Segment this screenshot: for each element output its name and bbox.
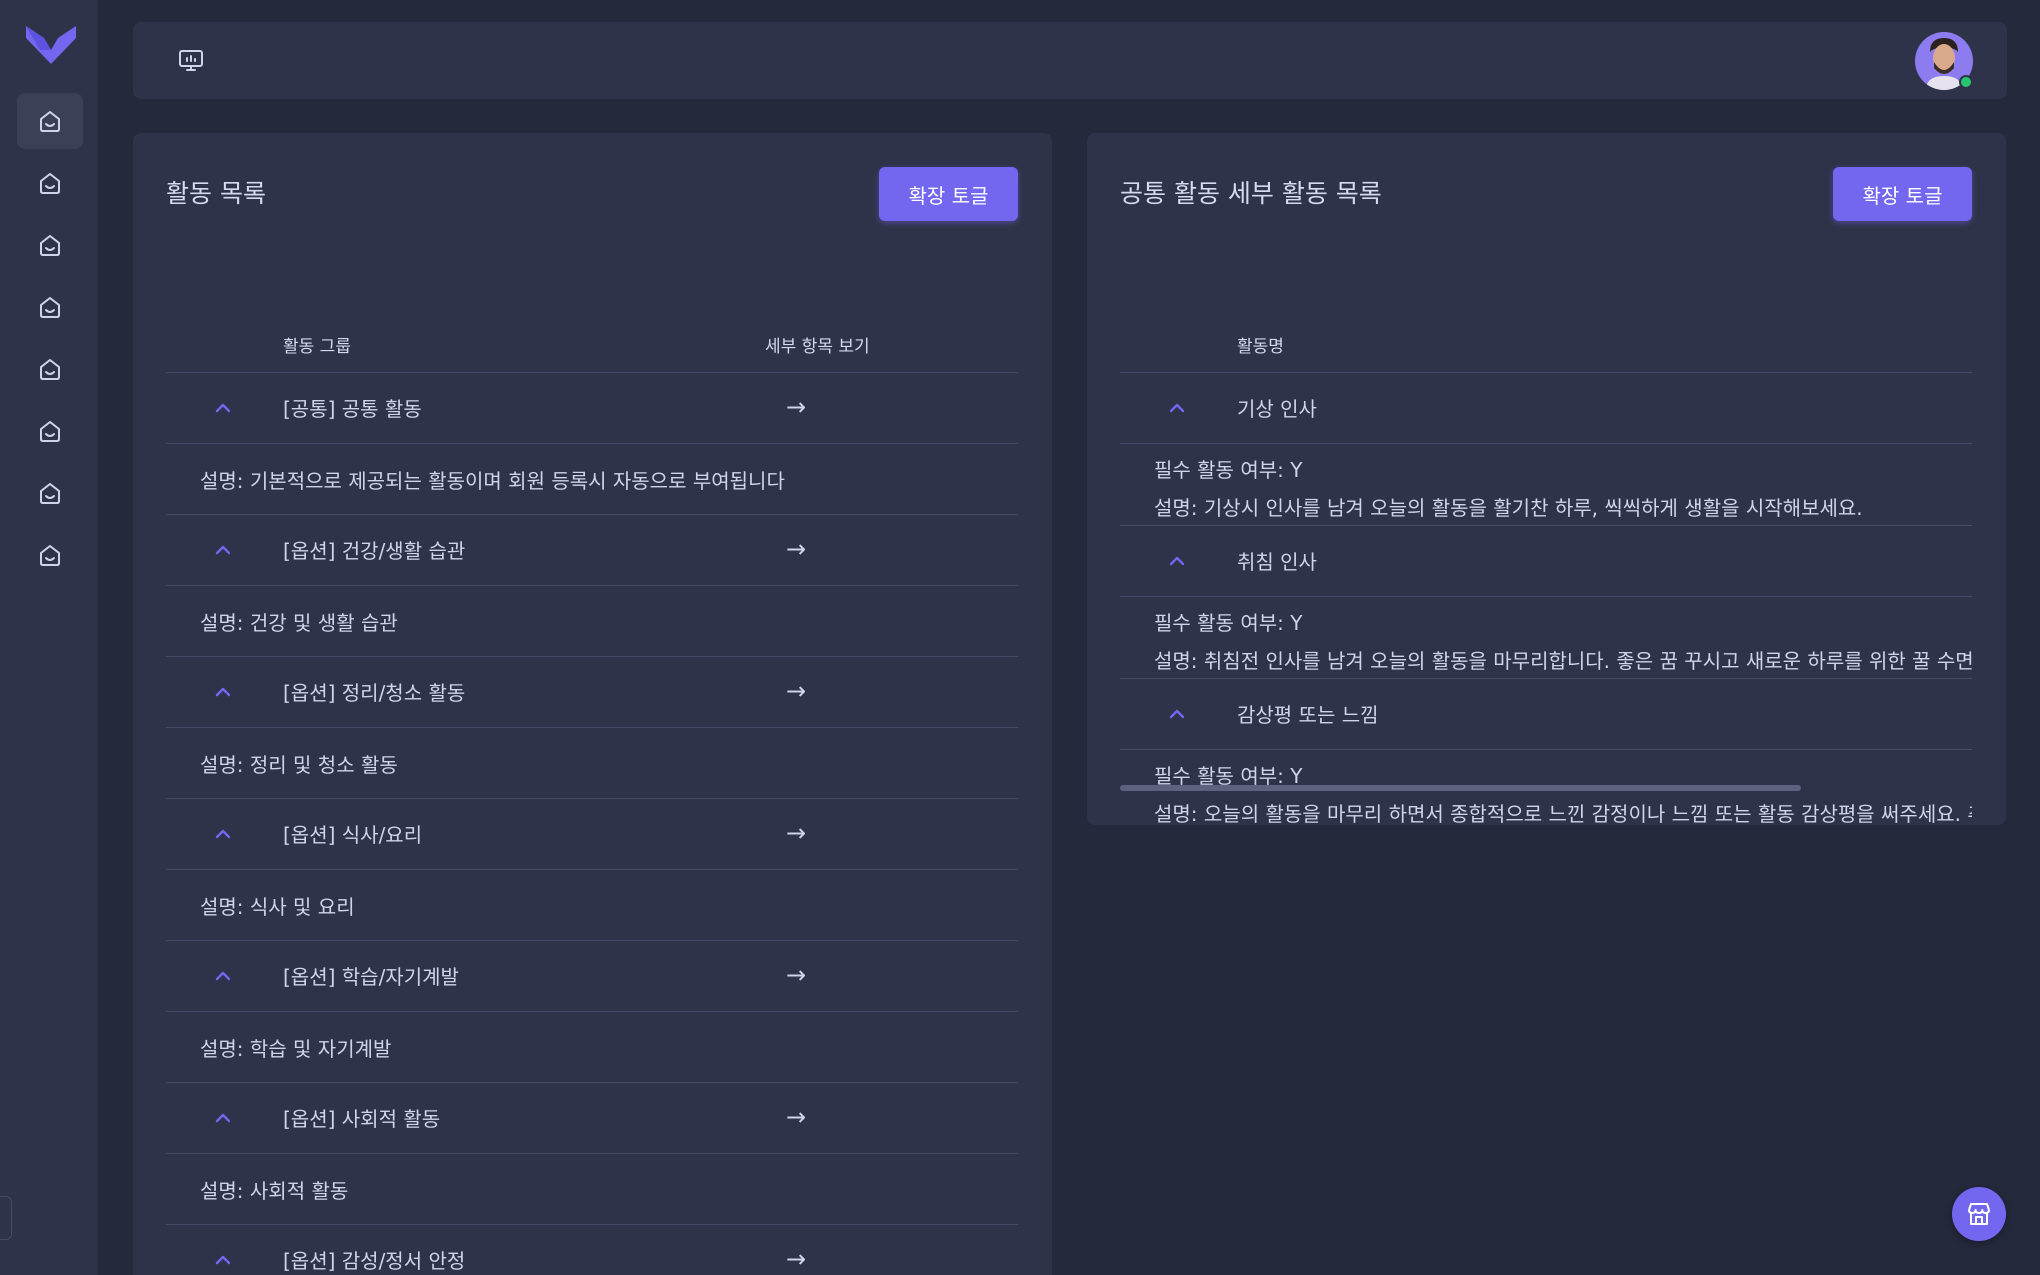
row-description: 설명: 건강 및 생활 습관 (166, 586, 1018, 657)
table-row[interactable]: 취침 인사 (1120, 526, 1972, 597)
activity-list-title: 활동 목록 (166, 179, 266, 208)
required-flag-text: 필수 활동 여부: Y (1154, 611, 1303, 635)
column-header-view-details: 세부 항목 보기 (765, 337, 870, 357)
chevron-up-icon[interactable] (211, 396, 235, 420)
row-description: 필수 활동 여부: Y 설명: 기상시 인사를 남겨 오늘의 활동을 활기찬 하루… (1120, 444, 1972, 526)
activity-group-name: [옵션] 사회적 활동 (283, 1107, 441, 1131)
table-row[interactable]: [옵션] 건강/생활 습관 → (166, 515, 1018, 586)
description-text: 설명: 식사 및 요리 (200, 895, 355, 919)
row-description: 설명: 식사 및 요리 (166, 870, 1018, 941)
column-header-activity-group: 활동 그룹 (283, 337, 351, 357)
detail-table: 활동명 기상 인사필수 활동 여부: Y 설명: 기상시 인사를 남겨 오늘의 활… (1120, 337, 1972, 825)
activity-group-name: [옵션] 식사/요리 (283, 823, 423, 847)
home-icon (40, 235, 60, 256)
required-flag-text: 필수 활동 여부: Y (1154, 458, 1303, 482)
sidebar-item-1[interactable] (17, 93, 83, 149)
chevron-up-icon[interactable] (211, 964, 235, 988)
home-icon (40, 111, 60, 132)
table-header: 활동명 (1120, 280, 1972, 373)
table-header: 활동 그룹 세부 항목 보기 (166, 280, 1018, 373)
description-text: 설명: 건강 및 생활 습관 (200, 611, 398, 635)
description-text: 설명: 기상시 인사를 남겨 오늘의 활동을 활기찬 하루, 씩씩하게 생활을 … (1154, 496, 1863, 520)
table-row[interactable]: [옵션] 식사/요리 → (166, 799, 1018, 870)
chevron-up-icon[interactable] (211, 822, 235, 846)
activity-group-name: [공통] 공통 활동 (283, 397, 422, 421)
description-text: 설명: 오늘의 활동을 마무리 하면서 종합적으로 느낀 감정이나 느낌 또는 … (1154, 802, 1972, 825)
view-details-arrow-icon[interactable]: → (786, 819, 806, 847)
home-icon (40, 545, 60, 566)
activity-name: 기상 인사 (1237, 397, 1317, 421)
sidebar-item-3[interactable] (17, 217, 83, 273)
description-text: 설명: 사회적 활동 (200, 1179, 349, 1203)
activity-name: 감상평 또는 느낌 (1237, 703, 1379, 727)
sidebar-item-2[interactable] (17, 155, 83, 211)
presentation-monitor-icon[interactable] (178, 48, 204, 74)
row-description: 설명: 기본적으로 제공되는 활동이며 회원 등록시 자동으로 부여됩니다 (166, 444, 1018, 515)
chevron-up-icon[interactable] (211, 1248, 235, 1272)
home-icon (40, 421, 60, 442)
top-navbar (133, 22, 2007, 99)
sidebar-item-4[interactable] (17, 279, 83, 335)
chevron-up-icon[interactable] (211, 1106, 235, 1130)
chevron-up-icon[interactable] (1165, 549, 1189, 573)
store-icon (1968, 1203, 1990, 1225)
sidebar-item-6[interactable] (17, 403, 83, 459)
description-text: 설명: 기본적으로 제공되는 활동이며 회원 등록시 자동으로 부여됩니다 (200, 469, 785, 493)
online-status-badge (1959, 75, 1973, 89)
sidebar-item-5[interactable] (17, 341, 83, 397)
description-text: 설명: 학습 및 자기계발 (200, 1037, 392, 1061)
home-icon (40, 483, 60, 504)
view-details-arrow-icon[interactable]: → (786, 961, 806, 989)
chevron-up-icon[interactable] (211, 538, 235, 562)
sidebar (0, 0, 98, 1275)
home-icon (40, 359, 60, 380)
avatar-photo (1926, 38, 1962, 90)
horizontal-scrollbar[interactable] (1120, 785, 1801, 791)
logo-v-icon[interactable] (26, 24, 76, 64)
description-text: 설명: 정리 및 청소 활동 (200, 753, 398, 777)
store-button[interactable] (1952, 1187, 2006, 1241)
row-description: 설명: 학습 및 자기계발 (166, 1012, 1018, 1083)
table-row[interactable]: [공통] 공통 활동 → (166, 373, 1018, 444)
activity-table: 활동 그룹 세부 항목 보기 [공통] 공통 활동 → 설명: 기본적으로 제공되는… (166, 337, 1018, 1275)
row-description: 설명: 정리 및 청소 활동 (166, 728, 1018, 799)
table-row[interactable]: [옵션] 정리/청소 활동 → (166, 657, 1018, 728)
sidebar-item-7[interactable] (17, 465, 83, 521)
view-details-arrow-icon[interactable]: → (786, 535, 806, 563)
activity-list-card: 활동 목록 확장 토글 활동 그룹 세부 항목 보기 [공통] 공통 활동 → 설명… (133, 133, 1052, 1275)
detail-list-card: 공통 활동 세부 활동 목록 확장 토글 활동명 기상 인사필수 활동 여부: … (1087, 133, 2006, 825)
activity-group-name: [옵션] 건강/생활 습관 (283, 539, 466, 563)
chevron-up-icon[interactable] (211, 680, 235, 704)
table-row[interactable]: 기상 인사 (1120, 373, 1972, 444)
view-details-arrow-icon[interactable]: → (786, 393, 806, 421)
row-description: 설명: 사회적 활동 (166, 1154, 1018, 1225)
sidebar-collapse-handle[interactable] (0, 1196, 12, 1240)
activity-group-name: [옵션] 정리/청소 활동 (283, 681, 466, 705)
table-row[interactable]: [옵션] 사회적 활동 → (166, 1083, 1018, 1154)
activity-group-name: [옵션] 감성/정서 안정 (283, 1249, 466, 1273)
sidebar-item-8[interactable] (17, 527, 83, 583)
view-details-arrow-icon[interactable]: → (786, 1103, 806, 1131)
activity-name: 취침 인사 (1237, 550, 1317, 574)
table-row[interactable]: [옵션] 감성/정서 안정 → (166, 1225, 1018, 1275)
view-details-arrow-icon[interactable]: → (786, 1245, 806, 1273)
view-details-arrow-icon[interactable]: → (786, 677, 806, 705)
expand-toggle-button[interactable]: 확장 토글 (879, 167, 1018, 221)
expand-toggle-button[interactable]: 확장 토글 (1833, 167, 1972, 221)
column-header-activity-name: 활동명 (1237, 337, 1284, 357)
detail-list-title: 공통 활동 세부 활동 목록 (1120, 179, 1382, 208)
home-icon (40, 173, 60, 194)
table-row[interactable]: 감상평 또는 느낌 (1120, 679, 1972, 750)
home-icon (40, 297, 60, 318)
row-description: 필수 활동 여부: Y 설명: 취침전 인사를 남겨 오늘의 활동을 마무리합니다… (1120, 597, 1972, 679)
chevron-up-icon[interactable] (1165, 396, 1189, 420)
table-row[interactable]: [옵션] 학습/자기계발 → (166, 941, 1018, 1012)
description-text: 설명: 취침전 인사를 남겨 오늘의 활동을 마무리합니다. 좋은 꿈 꾸시고 … (1154, 649, 1972, 673)
chevron-up-icon[interactable] (1165, 702, 1189, 726)
activity-group-name: [옵션] 학습/자기계발 (283, 965, 459, 989)
